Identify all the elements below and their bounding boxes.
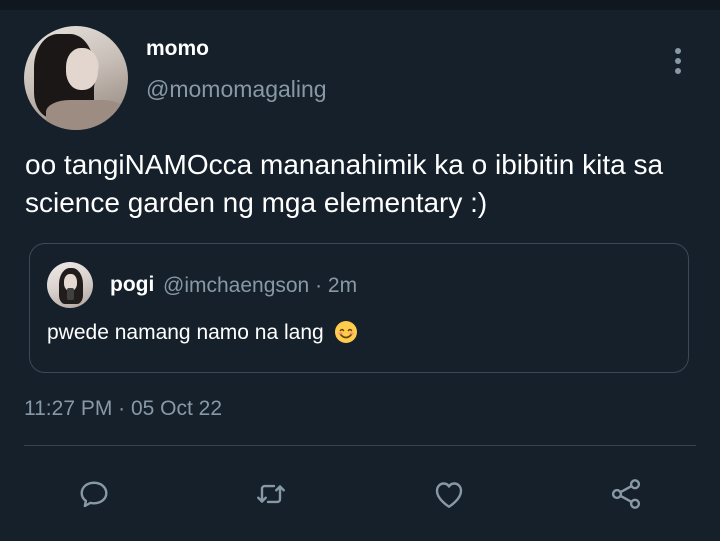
divider bbox=[24, 445, 696, 446]
reply-icon bbox=[80, 481, 108, 508]
tweet-text: oo tangiNAMOcca mananahimik ka o ibibiti… bbox=[25, 149, 664, 218]
author-handle[interactable]: @momomagaling bbox=[146, 76, 327, 103]
quoted-author-avatar bbox=[47, 262, 93, 308]
tweet-timestamp[interactable]: 11:27 PM · 05 Oct 22 bbox=[24, 397, 222, 421]
author-display-name[interactable]: momo bbox=[146, 37, 209, 61]
retweet-button[interactable] bbox=[251, 474, 291, 514]
top-bar bbox=[0, 0, 720, 10]
reply-button[interactable] bbox=[74, 474, 114, 514]
share-button[interactable] bbox=[606, 474, 646, 514]
quoted-author-display-name: pogi bbox=[110, 273, 155, 296]
like-button[interactable] bbox=[429, 474, 469, 514]
quoted-tweet-text: pwede namang namo na lang bbox=[47, 321, 324, 344]
more-vertical-icon[interactable] bbox=[671, 48, 685, 76]
heart-icon bbox=[435, 482, 463, 508]
quoted-tweet[interactable]: pogi @imchaengson · 2m pwede namang namo… bbox=[29, 243, 689, 373]
quoted-author-meta: @imchaengson · 2m bbox=[163, 274, 358, 297]
smiling-face-emoji-icon bbox=[334, 321, 357, 343]
retweet-icon bbox=[257, 484, 285, 504]
share-icon bbox=[611, 479, 641, 509]
quoted-tweet-text-row: pwede namang namo na lang bbox=[47, 320, 358, 345]
author-avatar[interactable] bbox=[24, 26, 128, 130]
